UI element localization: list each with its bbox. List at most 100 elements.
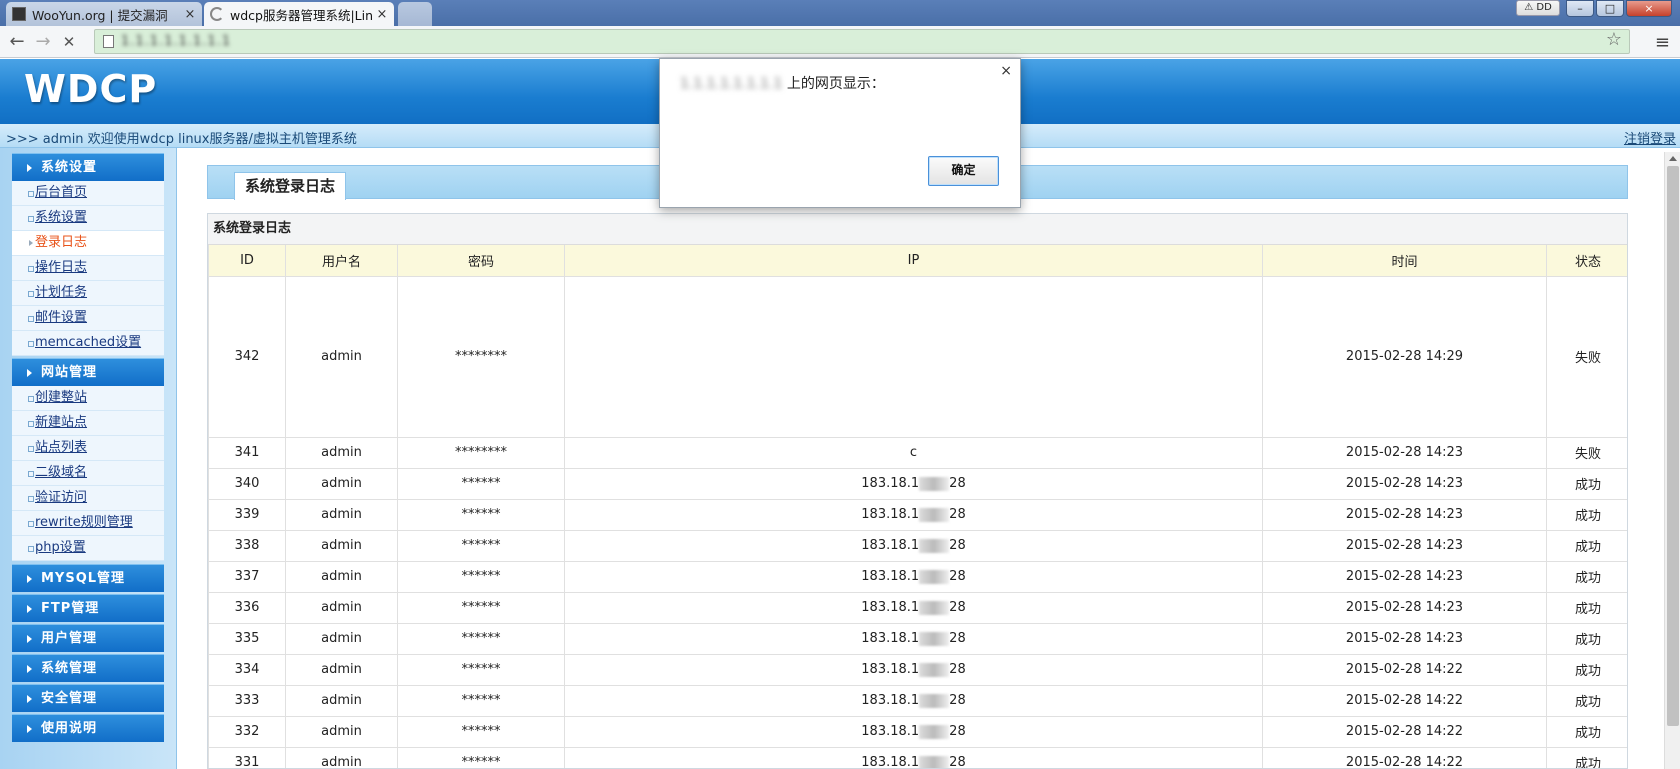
dialog-ok-button[interactable]: 确定 <box>928 156 999 186</box>
menu-section-system-management[interactable]: 系统管理 <box>12 654 164 682</box>
page-icon <box>103 35 114 48</box>
panel-title: 系统登录日志 <box>208 214 1627 245</box>
column-header-id: ID <box>208 245 286 277</box>
menu-item-mail-settings[interactable]: 邮件设置 <box>12 306 164 331</box>
cell-time: 2015-02-28 14:23 <box>1262 622 1547 655</box>
browser-tab-wooyun[interactable]: WooYun.org | 提交漏洞 × <box>6 2 202 26</box>
cell-time: 2015-02-28 14:22 <box>1262 653 1547 686</box>
browser-menu-icon[interactable]: ≡ <box>1655 32 1670 53</box>
user-badge[interactable]: ⚠ DD <box>1516 0 1560 16</box>
menu-section-help[interactable]: 使用说明 <box>12 714 164 742</box>
tab-close-icon[interactable]: × <box>376 7 388 22</box>
alert-dialog: 1.1.1.1.1.1.1.1 上的网页显示： × 确定 <box>659 58 1021 208</box>
cell-ip: 183.18.1 28 <box>564 715 1263 748</box>
dialog-close-icon[interactable]: × <box>1000 63 1012 79</box>
cell-ip: 183.18.1 28 <box>564 467 1263 500</box>
logout-link[interactable]: 注销登录 <box>1624 128 1676 147</box>
menu-item-create-full-site[interactable]: 创建整站 <box>12 386 164 411</box>
close-window-button[interactable]: × <box>1626 0 1672 17</box>
cell-time: 2015-02-28 14:22 <box>1262 746 1547 768</box>
menu-item-auth-access[interactable]: 验证访问 <box>12 486 164 511</box>
menu-item-scheduled-tasks[interactable]: 计划任务 <box>12 281 164 306</box>
cell-id: 341 <box>208 436 286 469</box>
content-divider <box>176 148 177 769</box>
menu-item-subdomain[interactable]: 二级域名 <box>12 461 164 486</box>
column-header-username: 用户名 <box>285 245 398 277</box>
menu-item-new-site[interactable]: 新建站点 <box>12 411 164 436</box>
cell-username: admin <box>285 591 398 624</box>
scrollbar-thumb[interactable] <box>1667 166 1679 726</box>
vertical-scrollbar[interactable] <box>1664 152 1680 769</box>
cell-ip: 183.18.1 28 <box>564 591 1263 624</box>
bookmark-star-icon[interactable]: ☆ <box>1606 29 1622 50</box>
cell-ip: 183.18.1 28 <box>564 622 1263 655</box>
dialog-message-text: 上的网页显示： <box>782 76 885 92</box>
page-tab-login-log[interactable]: 系统登录日志 <box>234 172 347 200</box>
address-bar[interactable]: 1.1.1.1.1.1.1.1 <box>94 29 1630 54</box>
table-row: 340 admin ****** 183.18.1 28 2015-02-28 14:23… <box>208 467 1627 500</box>
cell-username: admin <box>285 436 398 469</box>
table-header-row: ID 用户名 密码 IP 时间 状态 <box>208 245 1627 277</box>
redacted-ip-segment <box>919 476 950 491</box>
cell-id: 342 <box>208 275 286 438</box>
menu-item-operation-log[interactable]: 操作日志 <box>12 256 164 281</box>
cell-ip: c <box>564 436 1263 469</box>
menu-item-dashboard[interactable]: 后台首页 <box>12 181 164 206</box>
tab-close-icon[interactable]: × <box>184 7 196 22</box>
menu-section-mysql[interactable]: MYSQL管理 <box>12 564 164 592</box>
scroll-up-arrow-icon[interactable] <box>1669 156 1677 161</box>
tab-title: wdcp服务器管理系统|Lin <box>230 7 372 23</box>
cell-ip: 183.18.1 28 <box>564 529 1263 562</box>
maximize-button[interactable]: □ <box>1596 0 1624 17</box>
menu-item-memcached[interactable]: memcached设置 <box>12 331 164 356</box>
menu-section-users[interactable]: 用户管理 <box>12 624 164 652</box>
cell-username: admin <box>285 275 398 438</box>
cell-password: ****** <box>397 653 565 686</box>
login-log-panel: 系统登录日志 ID 用户名 密码 IP 时间 状态 342 admin ******… <box>207 213 1628 769</box>
cell-status: 成功 <box>1546 746 1627 768</box>
cell-ip: 183.18.1 28 <box>564 560 1263 593</box>
dialog-host: 1.1.1.1.1.1.1.1 <box>680 76 783 92</box>
redacted-ip-segment <box>919 569 950 584</box>
cell-username: admin <box>285 746 398 768</box>
cell-id: 334 <box>208 653 286 686</box>
menu-item-system-settings[interactable]: 系统设置 <box>12 206 164 231</box>
table-row: 342 admin ******** 2015-02-28 14:29 失败 <box>208 275 1627 438</box>
menu-item-php-settings[interactable]: php设置 <box>12 536 164 561</box>
back-arrow-icon[interactable]: ← <box>6 31 28 53</box>
menu-item-site-list[interactable]: 站点列表 <box>12 436 164 461</box>
cell-id: 340 <box>208 467 286 500</box>
cell-password: ****** <box>397 715 565 748</box>
stop-loading-icon[interactable]: ✕ <box>58 31 80 53</box>
dialog-message: 1.1.1.1.1.1.1.1 上的网页显示： <box>680 73 885 93</box>
cell-time: 2015-02-28 14:23 <box>1262 498 1547 531</box>
menu-section-site-management[interactable]: 网站管理 <box>12 358 164 386</box>
table-row: 336 admin ****** 183.18.1 28 2015-02-28 14:23… <box>208 591 1627 624</box>
loading-spinner-icon <box>210 7 224 21</box>
menu-item-login-log[interactable]: 登录日志 <box>12 231 164 256</box>
menu-section-security[interactable]: 安全管理 <box>12 684 164 712</box>
browser-tab-wdcp[interactable]: wdcp服务器管理系统|Lin × <box>204 2 394 26</box>
cell-time: 2015-02-28 14:23 <box>1262 591 1547 624</box>
cell-username: admin <box>285 529 398 562</box>
cell-password: ****** <box>397 622 565 655</box>
minimize-button[interactable]: – <box>1566 0 1594 17</box>
cell-status: 失败 <box>1546 436 1627 469</box>
menu-section-system-settings[interactable]: 系统设置 <box>12 153 164 181</box>
cell-id: 337 <box>208 560 286 593</box>
window-controls: ⚠ DD – □ × <box>1516 0 1672 17</box>
wooyun-favicon-icon <box>12 7 26 21</box>
new-tab-button[interactable] <box>398 2 432 26</box>
cell-status: 成功 <box>1546 684 1627 717</box>
cell-time: 2015-02-28 14:22 <box>1262 684 1547 717</box>
login-log-table: ID 用户名 密码 IP 时间 状态 342 admin ******** 2015-… <box>208 245 1627 768</box>
cell-status: 成功 <box>1546 467 1627 500</box>
browser-tabstrip: WooYun.org | 提交漏洞 × wdcp服务器管理系统|Lin × ⚠ … <box>0 0 1680 26</box>
redacted-ip-segment <box>919 755 950 768</box>
cell-id: 332 <box>208 715 286 748</box>
menu-section-ftp[interactable]: FTP管理 <box>12 594 164 622</box>
menu-item-rewrite-rules[interactable]: rewrite规则管理 <box>12 511 164 536</box>
forward-arrow-icon[interactable]: → <box>32 31 54 53</box>
cell-password: ****** <box>397 591 565 624</box>
cell-status: 成功 <box>1546 529 1627 562</box>
